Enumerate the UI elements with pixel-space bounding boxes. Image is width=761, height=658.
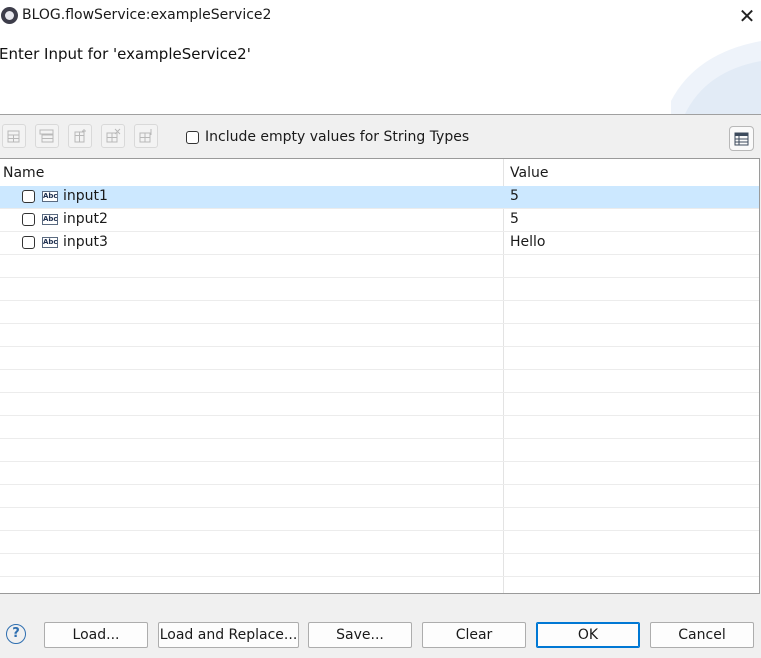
include-empty-checkbox[interactable]: [186, 131, 199, 144]
empty-row: [0, 439, 759, 462]
empty-row: [0, 278, 759, 301]
clear-button[interactable]: Clear: [422, 622, 526, 648]
title-bar: BLOG.flowService:exampleService2 ✕: [0, 0, 761, 33]
delete-row-icon: [106, 128, 121, 143]
row-name: input2: [63, 211, 108, 227]
settings-gear-icon: [1, 7, 18, 24]
table-row[interactable]: Abc input1 5: [0, 186, 759, 209]
empty-row: [0, 255, 759, 278]
empty-row: [0, 531, 759, 554]
empty-row: [0, 577, 759, 593]
delete-row-button[interactable]: [101, 124, 125, 148]
add-row-button[interactable]: [2, 124, 26, 148]
column-header-name[interactable]: Name: [3, 165, 44, 181]
row-value[interactable]: Hello: [510, 234, 546, 250]
save-button[interactable]: Save...: [308, 622, 412, 648]
empty-row: [0, 462, 759, 485]
string-type-icon: Abc: [42, 214, 58, 225]
insert-row-icon: [39, 129, 54, 143]
include-empty-label: Include empty values for String Types: [205, 129, 470, 145]
empty-row: [0, 324, 759, 347]
row-checkbox[interactable]: [22, 213, 35, 226]
edit-row-icon: [139, 129, 152, 143]
table-view-button[interactable]: [729, 126, 754, 151]
window-title: BLOG.flowService:exampleService2: [22, 7, 272, 23]
ok-button[interactable]: OK: [536, 622, 640, 648]
row-value[interactable]: 5: [510, 211, 519, 227]
close-icon[interactable]: ✕: [736, 5, 758, 27]
toolbar: Include empty values for String Types: [0, 116, 761, 158]
dialog-heading: Enter Input for 'exampleService2': [0, 45, 251, 63]
empty-row: [0, 485, 759, 508]
row-value[interactable]: 5: [510, 188, 519, 204]
table-row[interactable]: Abc input2 5: [0, 209, 759, 232]
string-type-icon: Abc: [42, 191, 58, 202]
empty-row: [0, 393, 759, 416]
add-child-button[interactable]: [68, 124, 92, 148]
empty-row: [0, 370, 759, 393]
add-child-icon: [74, 129, 86, 143]
table-header: Name Value: [0, 159, 759, 187]
row-checkbox[interactable]: [22, 190, 35, 203]
dialog-header: Enter Input for 'exampleService2': [0, 33, 761, 115]
string-type-icon: Abc: [42, 237, 58, 248]
load-button[interactable]: Load...: [44, 622, 148, 648]
empty-row: [0, 554, 759, 577]
column-header-value[interactable]: Value: [510, 165, 548, 181]
cancel-button[interactable]: Cancel: [650, 622, 754, 648]
add-row-icon: [7, 130, 20, 143]
row-name: input1: [63, 188, 108, 204]
table-view-icon: [734, 132, 749, 145]
insert-row-button[interactable]: [35, 124, 59, 148]
input-table[interactable]: Name Value Abc input1 5 Abc input2 5 Abc…: [0, 158, 760, 594]
empty-row: [0, 347, 759, 370]
empty-row: [0, 508, 759, 531]
dialog-footer: ? Load... Load and Replace... Save... Cl…: [0, 595, 761, 658]
empty-row: [0, 416, 759, 439]
edit-row-button[interactable]: [134, 124, 158, 148]
row-checkbox[interactable]: [22, 236, 35, 249]
table-row[interactable]: Abc input3 Hello: [0, 232, 759, 255]
help-icon[interactable]: ?: [6, 624, 26, 644]
row-name: input3: [63, 234, 108, 250]
empty-row: [0, 301, 759, 324]
banner-graphic: [671, 41, 761, 114]
load-and-replace-button[interactable]: Load and Replace...: [158, 622, 299, 648]
